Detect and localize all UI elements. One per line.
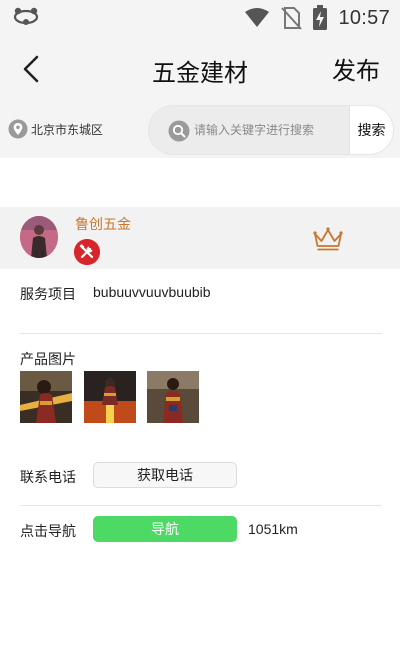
- battery-charging-icon: [313, 5, 328, 30]
- get-phone-button[interactable]: 获取电话: [93, 462, 237, 488]
- tools-icon: [74, 239, 100, 265]
- navigate-label: 点击导航: [20, 524, 76, 540]
- contact-phone-label: 联系电话: [20, 470, 76, 486]
- location-search-bar: 北京市东城区 搜索: [0, 102, 400, 158]
- status-time: 10:57: [338, 6, 390, 29]
- merchant-card[interactable]: 鲁创五金: [0, 207, 400, 269]
- publish-button[interactable]: 发布: [332, 51, 380, 86]
- location-text[interactable]: 北京市东城区: [31, 121, 103, 138]
- search-input[interactable]: [194, 106, 350, 154]
- avatar[interactable]: [20, 216, 58, 258]
- product-photos-label: 产品图片: [20, 352, 76, 368]
- notification-icon: [13, 7, 39, 25]
- product-photo-3[interactable]: [147, 371, 199, 423]
- status-bar: 10:57: [0, 0, 400, 36]
- service-label: 服务项目: [20, 287, 76, 303]
- wifi-icon: [245, 8, 270, 27]
- crown-icon: [313, 227, 343, 251]
- location-pin-icon[interactable]: [8, 119, 28, 139]
- search-button[interactable]: 搜索: [349, 106, 393, 154]
- divider: [20, 505, 382, 506]
- search-box: 搜索: [148, 105, 394, 155]
- top-nav-bar: 五金建材 发布: [0, 36, 400, 102]
- distance-text: 1051km: [248, 521, 298, 537]
- divider: [20, 333, 382, 334]
- status-icons: 10:57: [244, 5, 390, 31]
- product-photo-2[interactable]: [84, 371, 136, 423]
- product-photo-1[interactable]: [20, 371, 72, 423]
- no-sim-icon: [281, 7, 303, 30]
- merchant-name[interactable]: 鲁创五金: [75, 214, 131, 234]
- search-icon: [168, 120, 190, 142]
- service-value: bubuuvvuuvbuubib: [93, 284, 211, 300]
- navigate-button[interactable]: 导航: [93, 516, 237, 542]
